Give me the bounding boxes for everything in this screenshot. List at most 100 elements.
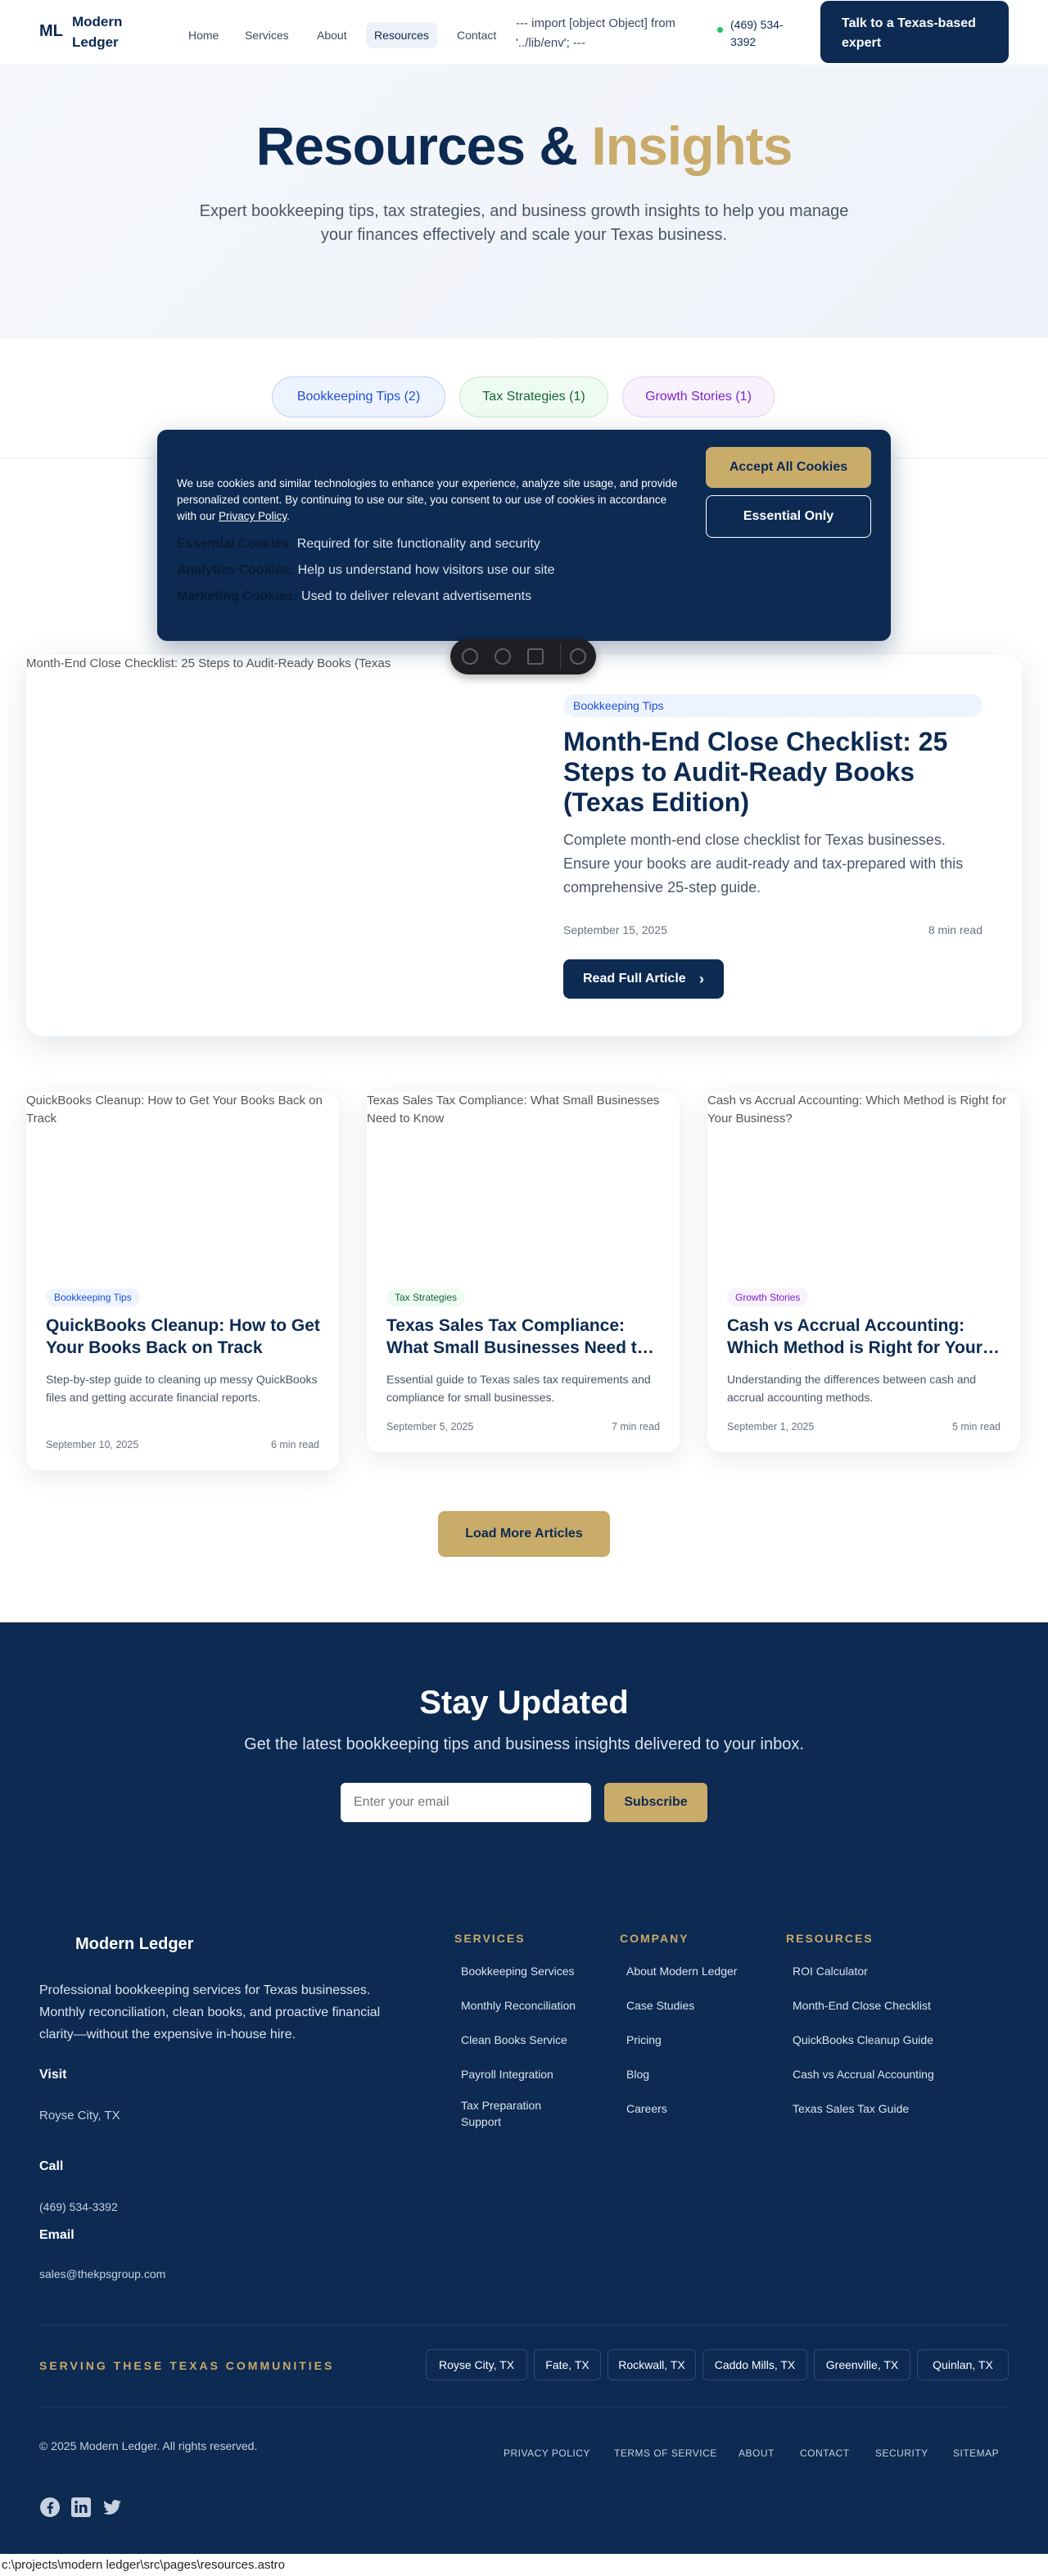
status-dot-icon [717,27,723,33]
footer-link[interactable]: Cash vs Accrual Accounting [793,2066,934,2082]
article-image[interactable]: QuickBooks Cleanup: How to Get Your Book… [26,1092,339,1131]
logo-name[interactable]: Modern Ledger [72,11,138,52]
article-title[interactable]: QuickBooks Cleanup: How to Get Your Book… [46,1315,324,1359]
community-tag[interactable]: Fate, TX [534,2349,601,2380]
footer-company-heading: COMPANY [620,1932,689,1945]
featured-article-card[interactable]: Month-End Close Checklist: 25 Steps to A… [26,655,1022,1036]
file-path-status: c:\projects\modern ledger\src\pages\reso… [0,2554,1048,2576]
footer-link[interactable]: Bookkeeping Services [461,1963,575,1979]
page-title-main: Resources & [255,115,579,176]
footer-link[interactable]: Monthly Reconciliation [461,1997,576,2014]
nav-services[interactable]: Services [237,22,297,48]
subscribe-button[interactable]: Subscribe [604,1783,707,1822]
footer-link[interactable]: Case Studies [626,1997,694,2014]
footer-email-link[interactable]: sales@thekpsgroup.com [39,2267,165,2281]
filter-tax-strategies[interactable]: Tax Strategies (1) [459,377,608,417]
nav-contact[interactable]: Contact [449,22,504,48]
footer-bottom-link[interactable]: TERMS OF SERVICE [614,2447,717,2459]
featured-category-badge: Bookkeeping Tips [563,694,982,717]
header-phone-link[interactable]: (469) 534-3392 [730,16,804,51]
article-description: Understanding the differences between ca… [727,1373,977,1404]
featured-read-time: 8 min read [928,923,982,936]
article-title[interactable]: Cash vs Accrual Accounting: Which Method… [727,1315,1005,1359]
article-title[interactable]: Texas Sales Tax Compliance: What Small B… [386,1315,665,1359]
footer-services-heading: SERVICES [454,1932,526,1945]
footer-link[interactable]: About Modern Ledger [626,1963,737,1979]
cookie-row-label: Essential Cookies: [177,537,294,551]
linkedin-icon[interactable] [70,2497,92,2518]
article-card[interactable]: Cash vs Accrual Accounting: Which Method… [707,1092,1020,1452]
featured-title[interactable]: Month-End Close Checklist: 25 Steps to A… [563,727,989,818]
accept-all-cookies-button[interactable]: Accept All Cookies [706,447,871,488]
settings-icon[interactable] [570,648,586,665]
twitter-icon[interactable] [102,2497,123,2518]
footer-email-label: Email [39,2228,75,2242]
footer-description: Professional bookkeeping services for Te… [39,1983,381,2041]
footer-link[interactable]: Texas Sales Tax Guide [793,2100,909,2117]
gear-icon[interactable] [495,648,511,665]
cookie-row-analytics: Analytics Cookies: Help us understand ho… [177,563,555,578]
community-tag[interactable]: Greenville, TX [814,2349,910,2380]
nav-resources[interactable]: Resources [366,22,437,48]
essential-only-button[interactable]: Essential Only [706,495,871,538]
community-tag[interactable]: Caddo Mills, TX [702,2349,807,2380]
footer-bottom-link[interactable]: SECURITY [875,2447,928,2459]
footer-call-label: Call [39,2159,64,2173]
filter-growth-stories[interactable]: Growth Stories (1) [622,377,775,417]
article-description: Step-by-step guide to cleaning up messy … [46,1373,318,1404]
copyright: © 2025 Modern Ledger. All rights reserve… [39,2439,258,2452]
footer-link[interactable]: QuickBooks Cleanup Guide [793,2032,933,2048]
category-badge: Growth Stories [727,1288,809,1306]
article-card[interactable]: QuickBooks Cleanup: How to Get Your Book… [26,1092,339,1470]
footer-bottom-link[interactable]: PRIVACY POLICY [504,2447,590,2459]
nav-home[interactable]: Home [180,22,227,48]
privacy-policy-link[interactable]: Privacy Policy [219,510,287,522]
featured-image[interactable]: Month-End Close Checklist: 25 Steps to A… [26,655,485,674]
footer-bottom-link[interactable]: CONTACT [800,2447,850,2459]
category-badge: Tax Strategies [386,1288,466,1306]
footer-link[interactable]: Month-End Close Checklist [793,1997,931,2014]
footer-link[interactable]: Careers [626,2100,667,2117]
footer-link[interactable]: Blog [626,2066,649,2082]
read-full-article-button[interactable]: Read Full Article › [563,959,724,999]
footer-divider [39,2325,1009,2326]
footer-link[interactable]: Pricing [626,2032,662,2048]
footer-link[interactable]: Payroll Integration [461,2066,553,2082]
footer-link[interactable]: Tax Preparation Support [461,2097,567,2130]
featured-date: September 15, 2025 [563,923,667,936]
footer-visit-value: Royse City, TX [39,2109,120,2123]
footer-phone-link[interactable]: (469) 534-3392 [39,2200,118,2213]
read-full-article-label: Read Full Article [583,972,686,986]
article-read-time: 6 min read [270,1439,319,1450]
astro-logo-icon[interactable] [462,648,478,665]
serving-heading: SERVING THESE TEXAS COMMUNITIES [39,2359,335,2372]
newsletter-subtitle: Get the latest bookkeeping tips and busi… [244,1735,804,1753]
talk-to-expert-button[interactable]: Talk to a Texas-based expert [820,1,1009,63]
article-image[interactable]: Texas Sales Tax Compliance: What Small B… [367,1092,680,1131]
footer-link[interactable]: Clean Books Service [461,2032,567,2048]
nav-about[interactable]: About [309,22,355,48]
article-image[interactable]: Cash vs Accrual Accounting: Which Method… [707,1092,1020,1131]
cookie-row-desc: Required for site functionality and secu… [296,537,540,551]
audit-icon[interactable] [527,648,544,665]
community-tag[interactable]: Quinlan, TX [917,2349,1009,2380]
category-badge: Bookkeeping Tips [46,1288,140,1306]
footer-bottom-link[interactable]: SITEMAP [953,2447,999,2459]
article-date: September 10, 2025 [46,1439,139,1450]
cookie-text: We use cookies and similar technologies … [177,477,678,522]
community-tag[interactable]: Royse City, TX [426,2349,527,2380]
newsletter-email-input[interactable] [341,1783,591,1822]
load-more-button[interactable]: Load More Articles [438,1511,610,1557]
logo-mark[interactable]: ML [39,22,63,41]
dev-toolbar [450,638,596,674]
footer-link[interactable]: ROI Calculator [793,1963,868,1979]
cookie-row-label: Analytics Cookies: [177,563,295,577]
article-card[interactable]: Texas Sales Tax Compliance: What Small B… [367,1092,680,1452]
filter-bookkeeping-tips[interactable]: Bookkeeping Tips (2) [272,377,445,417]
site-header: ML Modern Ledger Home Services About Res… [0,0,1048,65]
community-tag[interactable]: Rockwall, TX [608,2349,696,2380]
footer-resources-heading: RESOURCES [786,1932,874,1945]
footer-logo[interactable]: Modern Ledger [75,1935,193,1954]
footer-bottom-link[interactable]: ABOUT [739,2447,775,2459]
facebook-icon[interactable] [39,2497,61,2518]
